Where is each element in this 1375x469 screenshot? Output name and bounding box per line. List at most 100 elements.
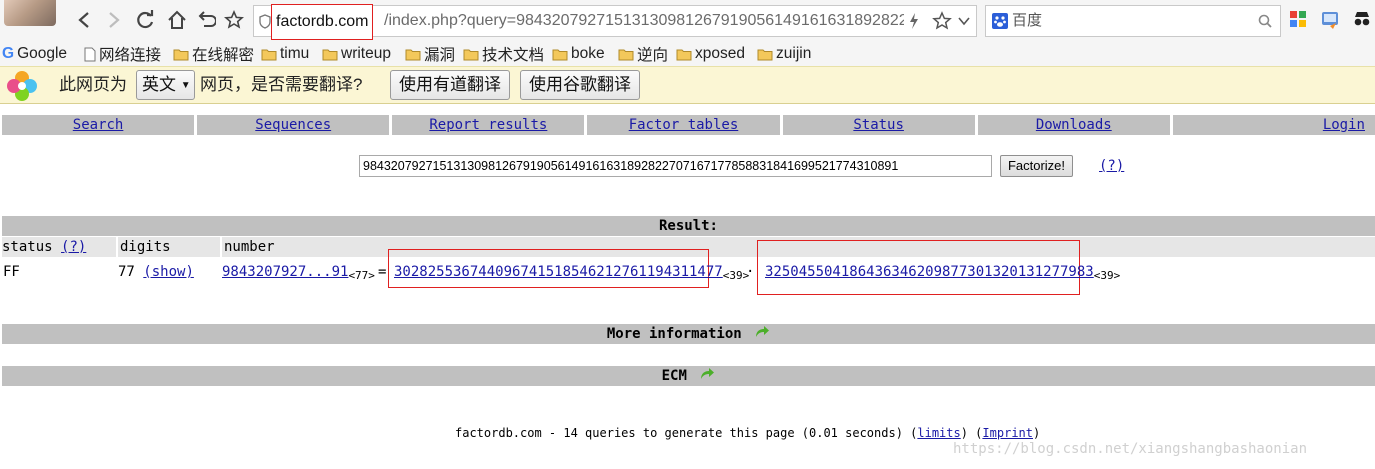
incognito-icon[interactable] [1353, 11, 1371, 27]
language-value: 英文 [142, 75, 176, 94]
show-number-link[interactable]: (show) [143, 264, 194, 280]
number-query-input[interactable] [359, 155, 992, 177]
bookmark-label: xposed [695, 45, 745, 62]
nav-search-link[interactable]: Search [73, 117, 124, 133]
bookmark-folder-decrypt[interactable]: 在线解密 [173, 42, 254, 66]
shield-icon [259, 14, 271, 29]
google-icon: G [2, 45, 15, 62]
nav-cell-downloads: Downloads [977, 115, 1170, 135]
page-icon [84, 47, 96, 61]
url-path: /index.php?query=98432079271513130981267… [384, 12, 904, 29]
nav-report-results-link[interactable]: Report results [429, 117, 547, 133]
number-link[interactable]: 9843207927...91 [222, 264, 348, 280]
forward-arrow-icon [109, 12, 120, 28]
bookmark-folder-writeup[interactable]: writeup [322, 42, 391, 66]
bookmark-folder-timu[interactable]: timu [261, 42, 309, 66]
bookmark-label: zuijin [776, 45, 812, 62]
address-bar[interactable]: factordb.com /index.php?query=9843207927… [253, 4, 977, 40]
limits-link[interactable]: limits [917, 426, 960, 440]
bookmark-folder-xposed[interactable]: xposed [676, 42, 745, 66]
bookmark-folder-zuijin[interactable]: zuijin [757, 42, 811, 66]
extension-screen-icon[interactable] [1321, 11, 1339, 29]
folder-icon [463, 49, 479, 60]
bookmark-label: 在线解密 [192, 47, 255, 64]
folder-icon [173, 49, 189, 60]
reload-icon [137, 10, 154, 29]
folder-icon [618, 49, 634, 60]
factor1-cell: 302825536744096741518546212761194311477<… [394, 262, 749, 286]
factor2-cell: 325045504186436346209877301320131277983<… [765, 262, 1120, 286]
user-avatar[interactable] [4, 0, 56, 26]
nav-downloads-link[interactable]: Downloads [1036, 117, 1112, 133]
bookmark-label: timu [280, 45, 310, 62]
imprint-link[interactable]: Imprint [982, 426, 1033, 440]
bookmark-folder-vuln[interactable]: 漏洞 [405, 42, 455, 66]
search-placeholder: 百度 [1012, 12, 1043, 29]
search-box[interactable]: 百度 [985, 5, 1281, 37]
undo-close-tab-button[interactable] [193, 6, 219, 34]
factor1-link[interactable]: 302825536744096741518546212761194311477 [394, 264, 723, 280]
nav-login-link[interactable]: Login [1323, 117, 1365, 133]
result-number-cell: 9843207927...91<77> [222, 262, 375, 286]
flash-icon[interactable] [909, 13, 919, 29]
nav-cell-search: Search [2, 115, 195, 135]
browser-toolbar: factordb.com /index.php?query=9843207927… [0, 0, 1375, 42]
back-arrow-icon [78, 12, 89, 28]
google-translate-button[interactable]: 使用谷歌翻译 [520, 70, 640, 100]
reload-button[interactable] [132, 6, 158, 34]
bookmark-folder-docs[interactable]: 技术文档 [463, 42, 544, 66]
factorize-button[interactable]: Factorize! [1000, 155, 1073, 177]
bookmark-folder-reverse[interactable]: 逆向 [618, 42, 668, 66]
back-button[interactable] [71, 6, 97, 34]
language-select[interactable]: 英文 ▼ [136, 70, 195, 100]
factor2-link[interactable]: 325045504186436346209877301320131277983 [765, 264, 1094, 280]
result-status: FF [3, 264, 20, 280]
chevron-down-icon[interactable] [958, 16, 970, 26]
number-digit-count: <77> [348, 269, 375, 282]
url-domain: factordb.com [271, 4, 374, 40]
bookmark-label: 网络连接 [99, 47, 162, 64]
bookmark-network[interactable]: 网络连接 [84, 42, 161, 66]
folder-icon [757, 49, 773, 60]
bookmark-label: 漏洞 [424, 47, 456, 64]
bookmark-folder-boke[interactable]: boke [552, 42, 605, 66]
green-arrow-icon [701, 368, 715, 379]
ecm-title: ECM [661, 368, 687, 384]
nav-cell-sequences: Sequences [197, 115, 390, 135]
folder-icon [676, 49, 692, 60]
favorite-button[interactable] [221, 6, 247, 34]
undo-icon [198, 11, 216, 27]
query-help-link[interactable]: (?) [1099, 156, 1124, 176]
bookmark-label: boke [571, 45, 605, 62]
status-column-header: status (?) [2, 237, 116, 257]
caret-down-icon: ▼ [180, 80, 191, 91]
apps-grid-icon[interactable] [1290, 11, 1306, 27]
translate-question: 网页，是否需要翻译? [200, 75, 363, 94]
status-header-label: status [2, 239, 53, 255]
more-information-bar[interactable]: More information [2, 324, 1375, 344]
nav-sequences-link[interactable]: Sequences [255, 117, 331, 133]
nav-status-link[interactable]: Status [853, 117, 904, 133]
ecm-bar[interactable]: ECM [2, 366, 1375, 386]
status-help-link[interactable]: (?) [61, 239, 86, 255]
star-outline-icon [224, 10, 244, 29]
folder-icon [405, 49, 421, 60]
result-digits-cell: 77 (show) [118, 262, 194, 282]
equals-sign: = [378, 264, 387, 280]
bookmark-google[interactable]: G Google [2, 42, 67, 66]
digits-column-header: digits [116, 237, 220, 257]
youdao-translate-button[interactable]: 使用有道翻译 [390, 70, 510, 100]
bookmark-star-icon[interactable] [932, 11, 952, 31]
blog-watermark: https://blog.csdn.net/xiangshangbashaoni… [953, 441, 1308, 457]
search-icon[interactable] [1258, 14, 1272, 28]
nav-factor-tables-link[interactable]: Factor tables [629, 117, 739, 133]
multiply-dot: · [746, 264, 755, 280]
bookmarks-bar: G Google 网络连接 在线解密 timu writeup 漏洞 技术文档 … [0, 42, 1375, 66]
page-footer: factordb.com - 14 queries to generate th… [455, 425, 1040, 441]
bookmark-label: writeup [341, 45, 391, 62]
factor2-digit-count: <39> [1093, 269, 1121, 282]
forward-button[interactable] [101, 6, 127, 34]
nav-cell-status: Status [782, 115, 975, 135]
home-icon [168, 10, 186, 29]
home-button[interactable] [164, 6, 190, 34]
